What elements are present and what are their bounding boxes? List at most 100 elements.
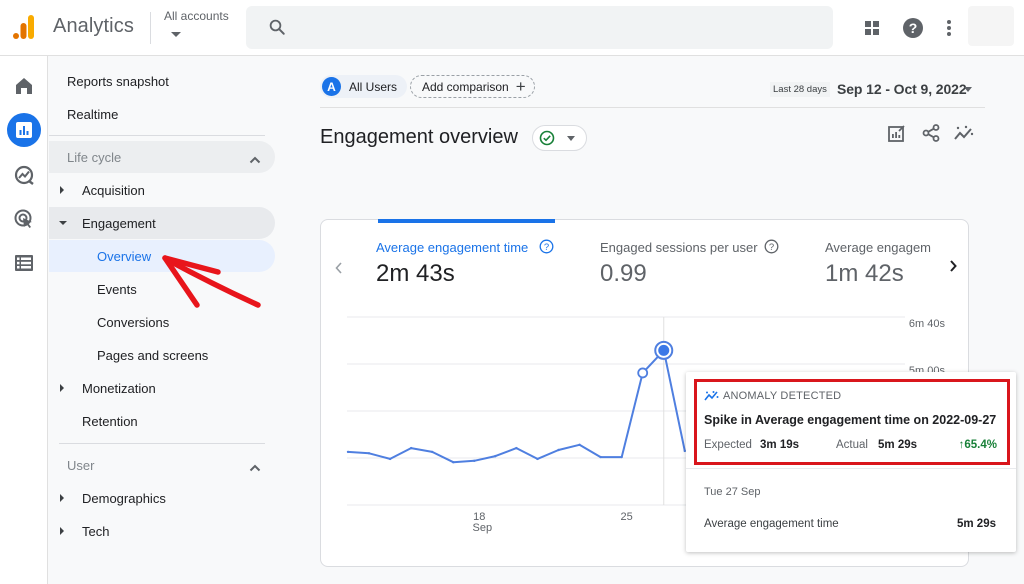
configure-icon[interactable] xyxy=(9,248,39,278)
tooltip-divider xyxy=(686,468,1016,469)
tooltip-date: Tue 27 Sep xyxy=(704,486,761,498)
customize-report-icon[interactable] xyxy=(886,122,908,144)
section-label: User xyxy=(67,457,95,473)
nav-item-label: Monetization xyxy=(82,380,156,396)
nav-section-life-cycle[interactable]: Life cycle xyxy=(49,141,275,173)
chevron-up-icon xyxy=(249,152,261,167)
segment-label: All Users xyxy=(349,79,398,94)
account-picker[interactable]: All accounts xyxy=(160,6,232,46)
account-avatar[interactable] xyxy=(968,6,1014,46)
metric-tab-engaged-sessions-per-user[interactable]: Engaged sessions per user ? 0.99 xyxy=(600,239,800,291)
anomaly-icon xyxy=(704,390,719,402)
help-circle-icon[interactable]: ? xyxy=(539,239,554,259)
caret-right-icon xyxy=(60,384,64,392)
home-icon[interactable] xyxy=(9,71,39,101)
header-divider xyxy=(320,107,985,108)
header-divider xyxy=(150,12,151,44)
check-circle-icon xyxy=(539,130,555,149)
add-comparison-button[interactable]: Add comparison + xyxy=(410,75,535,98)
segment-chip-all-users[interactable]: A All Users xyxy=(320,75,408,98)
metric-value: 2m 43s xyxy=(376,260,455,287)
nav-item-label: Realtime xyxy=(67,106,119,122)
nav-divider xyxy=(59,443,265,444)
expected-label: Expected xyxy=(704,439,752,451)
nav-item-events[interactable]: Events xyxy=(49,273,275,305)
analytics-logo-icon[interactable] xyxy=(12,14,36,40)
metric-value: 0.99 xyxy=(600,260,647,287)
section-label: Life cycle xyxy=(67,149,122,165)
nav-item-pages-and-screens[interactable]: Pages and screens xyxy=(49,339,275,371)
help-icon[interactable]: ? xyxy=(901,16,925,40)
chevron-up-icon xyxy=(249,460,261,475)
nav-item-label: Conversions xyxy=(97,314,170,330)
chevron-down-icon xyxy=(964,87,972,92)
caret-right-icon xyxy=(60,186,64,194)
chevron-down-icon xyxy=(567,136,575,141)
change-value: 65.4% xyxy=(964,439,997,451)
chevron-right-icon xyxy=(950,260,957,272)
next-metrics-button[interactable] xyxy=(943,254,963,278)
metric-tab-average-engagement[interactable]: Average engagem 1m 42s xyxy=(825,239,937,291)
nav-item-label: Tech xyxy=(82,523,110,539)
nav-section-user[interactable]: User xyxy=(49,449,275,481)
reports-nav: Reports snapshot Realtime Life cycle Acq… xyxy=(49,56,290,584)
page-title: Engagement overview xyxy=(320,126,518,148)
nav-item-engagement[interactable]: Engagement xyxy=(49,207,275,239)
metric-label: Average engagem xyxy=(825,240,932,255)
anomaly-header: ANOMALY DETECTED xyxy=(704,390,841,402)
nav-item-acquisition[interactable]: Acquisition xyxy=(49,174,275,206)
metric-tab-average-engagement-time[interactable]: Average engagement time ? 2m 43s xyxy=(376,239,586,291)
actual-value: 5m 29s xyxy=(878,439,918,451)
active-tab-indicator xyxy=(378,219,555,223)
metric-label: Average engagement time xyxy=(376,240,529,255)
caret-down-icon xyxy=(59,221,67,225)
search-icon xyxy=(268,18,286,41)
nav-item-retention[interactable]: Retention xyxy=(49,405,275,437)
apps-grid-icon[interactable] xyxy=(860,16,884,40)
plus-icon: + xyxy=(515,77,526,96)
svg-text:?: ? xyxy=(769,242,774,253)
nav-item-demographics[interactable]: Demographics xyxy=(49,482,275,514)
nav-divider xyxy=(49,135,265,136)
advertising-icon[interactable] xyxy=(9,204,39,234)
caret-right-icon xyxy=(60,527,64,535)
account-label: All accounts xyxy=(164,9,229,23)
add-comparison-label: Add comparison xyxy=(422,79,509,94)
app-name: Analytics xyxy=(53,15,134,37)
anomaly-label: ANOMALY DETECTED xyxy=(723,390,842,402)
date-range-picker[interactable]: Sep 12 - Oct 9, 2022 xyxy=(834,78,979,100)
anomaly-title: Spike in Average engagement time on 2022… xyxy=(704,413,997,427)
nav-rail xyxy=(0,56,48,584)
nav-item-conversions[interactable]: Conversions xyxy=(49,306,275,338)
share-icon[interactable] xyxy=(920,122,942,144)
previous-metrics-button[interactable] xyxy=(329,256,349,280)
search-input[interactable] xyxy=(246,6,833,49)
nav-item-label: Events xyxy=(97,281,137,297)
chevron-down-icon xyxy=(171,32,181,37)
nav-item-realtime[interactable]: Realtime xyxy=(49,98,275,130)
metric-value: 1m 42s xyxy=(825,260,904,287)
help-circle-icon[interactable]: ? xyxy=(764,239,779,259)
report-status-chip[interactable] xyxy=(532,125,587,151)
actual-label: Actual xyxy=(836,439,868,451)
top-app-bar: Analytics All accounts ? xyxy=(0,0,1024,56)
reports-icon[interactable] xyxy=(7,113,41,147)
explore-icon[interactable] xyxy=(9,160,39,190)
chevron-left-icon xyxy=(335,262,342,274)
nav-item-monetization[interactable]: Monetization xyxy=(49,372,275,404)
anomaly-highlight-box: ANOMALY DETECTED Spike in Average engage… xyxy=(694,379,1010,465)
nav-item-overview[interactable]: Overview xyxy=(49,240,275,272)
nav-item-label: Reports snapshot xyxy=(67,73,169,89)
nav-item-tech[interactable]: Tech xyxy=(49,515,275,547)
nav-item-reports-snapshot[interactable]: Reports snapshot xyxy=(49,65,275,97)
tooltip-metric-label: Average engagement time xyxy=(704,518,839,530)
date-preset-label: Last 28 days xyxy=(770,82,830,97)
change-badge: ↑ 65.4% xyxy=(959,439,997,451)
metric-label: Engaged sessions per user xyxy=(600,240,758,255)
nav-item-label: Engagement xyxy=(82,215,156,231)
more-vert-icon[interactable] xyxy=(938,16,960,40)
svg-text:?: ? xyxy=(544,242,549,253)
insights-icon[interactable] xyxy=(953,122,975,144)
caret-right-icon xyxy=(60,494,64,502)
nav-item-label: Demographics xyxy=(82,490,166,506)
